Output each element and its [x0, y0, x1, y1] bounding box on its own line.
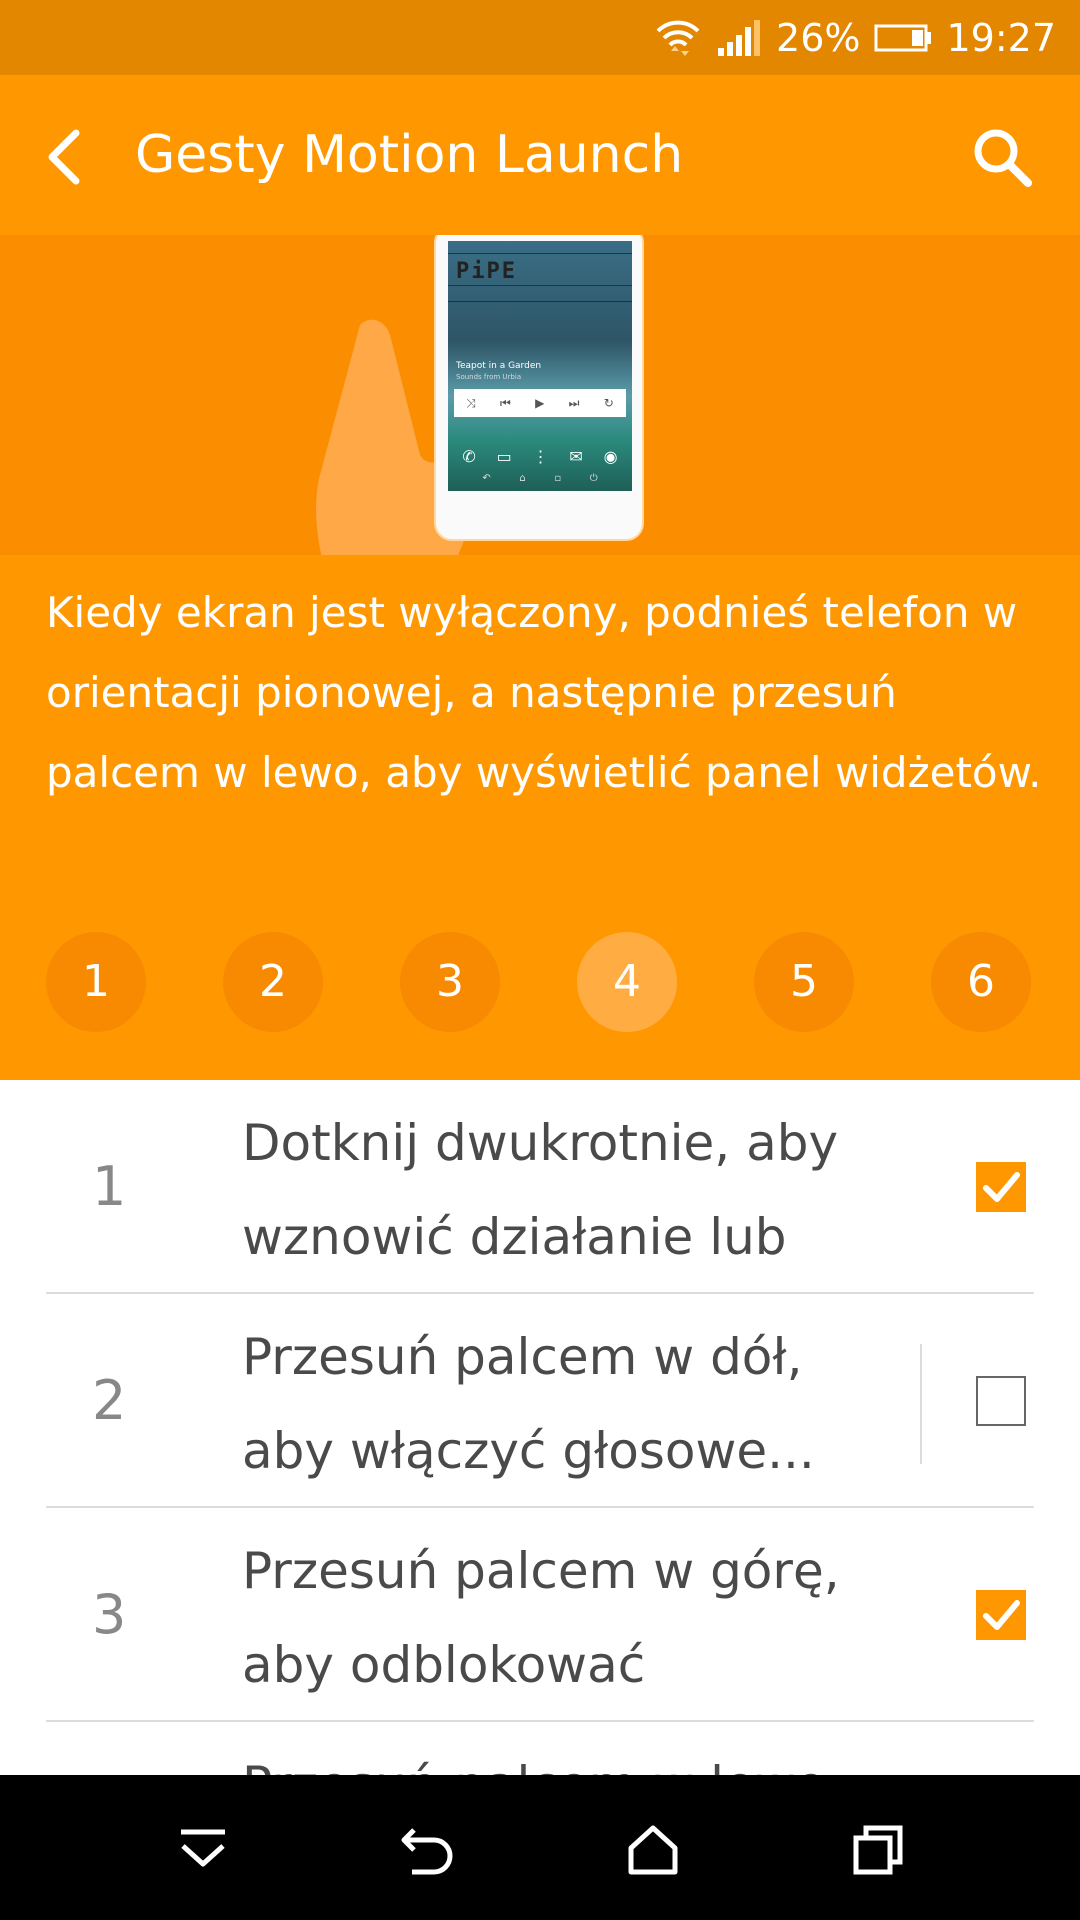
- search-icon[interactable]: [968, 123, 1036, 191]
- system-nav-bar: [0, 1775, 1080, 1920]
- gesture-label-line1: Dotknij dwukrotnie, aby: [242, 1114, 839, 1172]
- wire-line: [448, 301, 632, 302]
- gesture-checkbox-1[interactable]: [976, 1162, 1026, 1212]
- step-5-button[interactable]: 5: [754, 932, 854, 1032]
- gesture-row-3[interactable]: 3 Przesuń palcem w górę, aby odblokować: [46, 1508, 1034, 1722]
- gesture-row-4[interactable]: Przesuń palcem w lewo,: [46, 1722, 1034, 1775]
- wire-line: [448, 285, 632, 286]
- message-icon: ▭: [496, 447, 512, 466]
- phone-dock: ✆ ▭ ⋮ ✉ ◉: [452, 447, 628, 466]
- gesture-illustration: PiPE Teapot in a Garden Sounds from Urbi…: [0, 235, 1080, 555]
- step-2-button[interactable]: 2: [223, 932, 323, 1032]
- battery-percent: 26%: [776, 15, 861, 60]
- next-icon: ⏭: [568, 395, 580, 410]
- gesture-checkbox-3[interactable]: [976, 1590, 1026, 1640]
- back-icon[interactable]: [383, 1805, 473, 1895]
- clock: 19:27: [946, 15, 1056, 60]
- step-4-button[interactable]: 4: [577, 932, 677, 1032]
- page-title: Gesty Motion Launch: [135, 125, 684, 185]
- app-bar: Gesty Motion Launch: [0, 75, 1080, 235]
- signal-icon: [718, 19, 761, 56]
- phone-screen: PiPE Teapot in a Garden Sounds from Urbi…: [448, 241, 632, 491]
- gesture-label: Przesuń palcem w dół, aby włączyć głosow…: [242, 1310, 842, 1498]
- gesture-number: 2: [92, 1369, 127, 1432]
- gesture-row-1[interactable]: 1 Dotknij dwukrotnie, aby wznowić działa…: [46, 1080, 1034, 1294]
- phone-power-icon: ⏻: [589, 473, 598, 484]
- collapse-icon[interactable]: [158, 1805, 248, 1895]
- step-1-button[interactable]: 1: [46, 932, 146, 1032]
- recent-apps-icon[interactable]: [833, 1805, 923, 1895]
- gesture-number: 3: [92, 1583, 127, 1646]
- gesture-label: Przesuń palcem w lewo,: [242, 1738, 842, 1775]
- phone-media-controls: ⤨ ⏮ ▶ ⏭ ↻: [454, 389, 626, 417]
- gesture-label: Dotknij dwukrotnie, aby wznowić działani…: [242, 1096, 842, 1284]
- gesture-label-line1: Przesuń palcem w dół,: [242, 1328, 803, 1386]
- phone-song-subtitle: Sounds from Urbia: [456, 373, 522, 381]
- repeat-icon: ↻: [603, 396, 614, 410]
- gesture-label: Przesuń palcem w górę, aby odblokować: [242, 1524, 842, 1712]
- gesture-label-line2: wznowić działanie lub: [242, 1208, 787, 1266]
- gesture-label-line1: Przesuń palcem w górę,: [242, 1542, 840, 1600]
- gesture-checkbox-2[interactable]: [976, 1376, 1026, 1426]
- wifi-icon: [656, 20, 700, 56]
- step-3-button[interactable]: 3: [400, 932, 500, 1032]
- phone-recent-icon: ▫: [554, 473, 562, 484]
- phone-back-icon: ↶: [482, 473, 491, 484]
- status-bar: 26% 19:27: [0, 0, 1080, 75]
- home-icon[interactable]: [608, 1805, 698, 1895]
- gesture-label-line2: aby włączyć głosowe...: [242, 1422, 815, 1480]
- back-arrow-icon[interactable]: [36, 125, 100, 189]
- shuffle-icon: ⤨: [466, 395, 476, 410]
- phone-app-name: PiPE: [456, 259, 517, 284]
- phone-song-info: Teapot in a Garden Sounds from Urbia: [456, 361, 541, 383]
- step-indicator: 1 2 3 4 5 6: [46, 932, 1034, 1032]
- gesture-list: 1 Dotknij dwukrotnie, aby wznowić działa…: [0, 1080, 1080, 1775]
- mail-icon: ✉: [569, 447, 583, 466]
- apps-icon: ⋮: [532, 447, 549, 466]
- play-icon: ▶: [535, 396, 545, 410]
- gesture-number: 1: [92, 1155, 127, 1218]
- gesture-description: Kiedy ekran jest wyłączony, podnieś tele…: [46, 588, 1042, 797]
- gesture-label-line1: Przesuń palcem w lewo,: [242, 1738, 842, 1775]
- previous-icon: ⏮: [500, 395, 511, 410]
- gesture-description-panel: Kiedy ekran jest wyłączony, podnieś tele…: [0, 555, 1080, 1080]
- phone-call-icon: ✆: [462, 447, 476, 466]
- battery-icon: [874, 24, 932, 51]
- phone-image: PiPE Teapot in a Garden Sounds from Urbi…: [434, 235, 644, 541]
- row-divider: [920, 1344, 922, 1464]
- step-6-button[interactable]: 6: [931, 932, 1031, 1032]
- camera-icon: ◉: [603, 447, 618, 466]
- phone-nav-icons: ↶ ⌂ ▫ ⏻: [468, 473, 612, 484]
- gesture-row-2[interactable]: 2 Przesuń palcem w dół, aby włączyć głos…: [46, 1294, 1034, 1508]
- phone-home-icon: ⌂: [519, 473, 526, 484]
- wire-line: [448, 253, 632, 254]
- phone-song-title: Teapot in a Garden: [456, 361, 542, 371]
- gesture-label-line2: aby odblokować: [242, 1636, 646, 1694]
